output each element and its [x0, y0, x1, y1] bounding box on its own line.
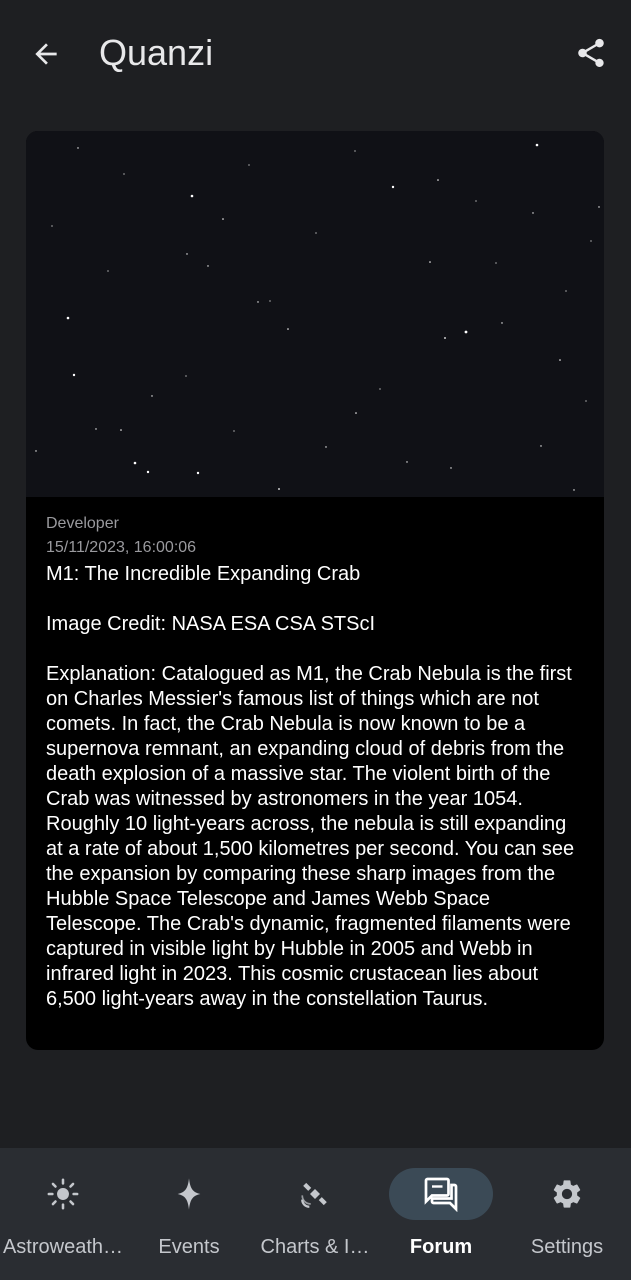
app-root: Quanzi Developer 15/11/2023, 16:00:06 M1…	[0, 0, 631, 1280]
nav-item-forum[interactable]: Forum	[378, 1148, 504, 1280]
sun-icon	[47, 1178, 79, 1210]
forum-icon	[424, 1177, 458, 1212]
page-title: Quanzi	[99, 32, 214, 73]
nav-icon-container	[137, 1168, 241, 1220]
nav-item-charts[interactable]: Charts & I…	[252, 1148, 378, 1280]
satellite-icon	[301, 1182, 327, 1208]
nav-item-settings[interactable]: Settings	[504, 1148, 630, 1280]
back-button[interactable]	[22, 30, 70, 78]
nav-label: Events	[158, 1236, 220, 1258]
nav-item-astroweather[interactable]: Astroweath…	[0, 1148, 126, 1280]
post-text: M1: The Incredible Expanding Crab Image …	[46, 563, 575, 1010]
nav-icon-container-active	[389, 1168, 493, 1220]
post-image[interactable]	[26, 131, 604, 497]
post-card[interactable]: Developer 15/11/2023, 16:00:06 M1: The I…	[26, 131, 604, 1050]
top-app-bar: Quanzi	[0, 0, 631, 106]
nav-icon-container	[263, 1168, 367, 1220]
nav-label: Astroweath…	[2, 1236, 124, 1258]
share-button[interactable]	[567, 29, 615, 77]
post-body: Developer 15/11/2023, 16:00:06 M1: The I…	[46, 512, 586, 1012]
nav-label: Charts & I…	[260, 1236, 370, 1258]
share-icon	[578, 38, 604, 68]
nav-icon-container	[11, 1168, 115, 1220]
arrow-back-icon	[35, 43, 57, 65]
nav-icon-container	[515, 1168, 619, 1220]
nav-label: Settings	[530, 1236, 604, 1258]
post-author: Developer	[46, 515, 119, 532]
nav-label: Forum	[409, 1236, 473, 1258]
sparkle-icon	[177, 1178, 201, 1210]
gear-icon	[553, 1180, 581, 1208]
bottom-navigation: Astroweath… Events Charts & I… Forum Set…	[0, 1148, 631, 1280]
nav-item-events[interactable]: Events	[126, 1148, 252, 1280]
post-timestamp: 15/11/2023, 16:00:06	[46, 539, 197, 556]
starfield-image	[26, 131, 604, 497]
